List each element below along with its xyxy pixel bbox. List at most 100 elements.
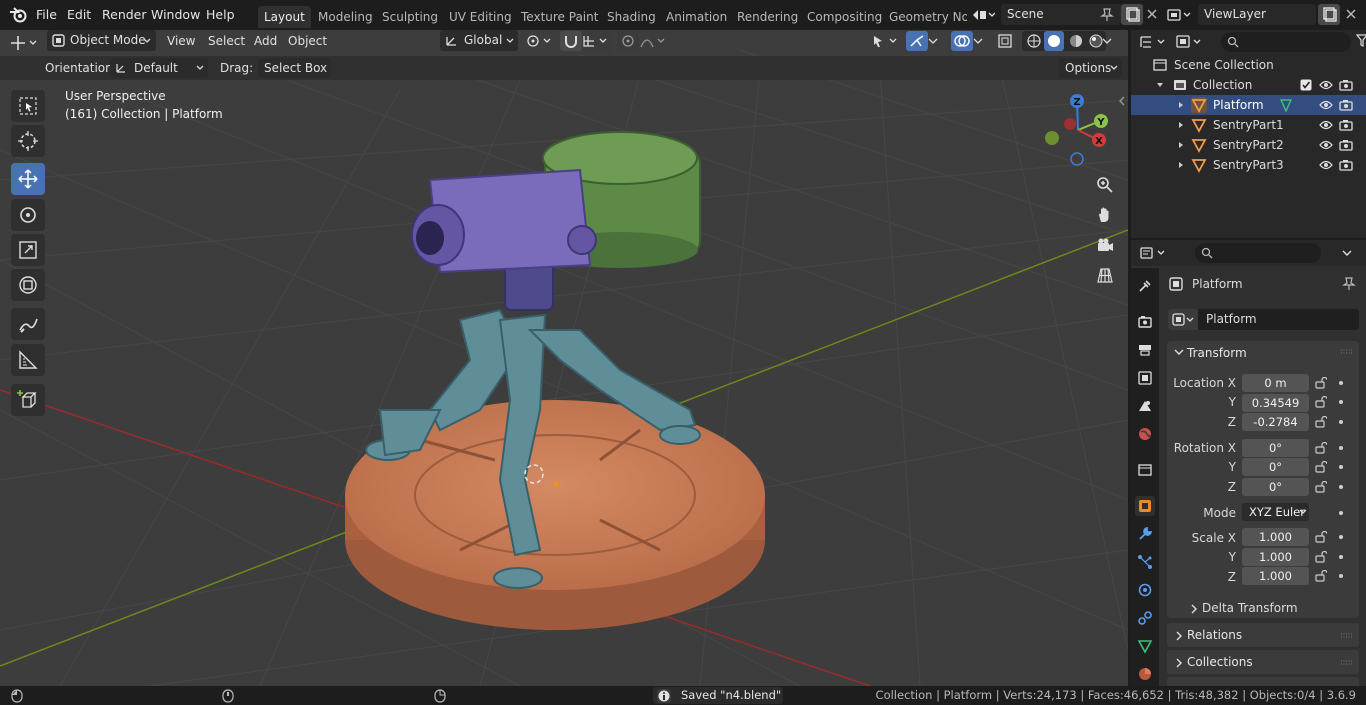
add-menu[interactable]: Add xyxy=(254,34,277,48)
expand-right-icon[interactable] xyxy=(1177,161,1185,169)
rotate-tool[interactable] xyxy=(11,199,45,231)
delta-transform-header[interactable]: Delta Transform xyxy=(1202,601,1298,615)
tab-collection[interactable] xyxy=(1135,460,1155,480)
expand-down-icon[interactable] xyxy=(1156,81,1164,89)
collections-panel-header[interactable]: Collections xyxy=(1167,650,1359,674)
outliner-editor-type[interactable] xyxy=(1139,32,1169,52)
cursor-tool[interactable] xyxy=(11,125,45,157)
tab-texture-paint[interactable]: Texture Paint xyxy=(515,6,604,28)
keyframe-dot-icon[interactable] xyxy=(1339,381,1343,385)
scene-type-button[interactable] xyxy=(971,5,1001,25)
measure-tool[interactable] xyxy=(11,344,45,376)
mode-dropdown[interactable]: Object Mode xyxy=(47,30,156,51)
eye-icon[interactable] xyxy=(1319,79,1333,91)
transform-orientation-dropdown[interactable]: Global xyxy=(440,30,518,51)
new-scene-button[interactable] xyxy=(1121,4,1143,25)
tab-modifiers[interactable] xyxy=(1135,524,1155,544)
move-tool[interactable] xyxy=(11,163,45,195)
tab-sculpting[interactable]: Sculpting xyxy=(376,6,444,28)
lock-icon[interactable] xyxy=(1315,377,1327,389)
tab-geometry-nodes[interactable]: Geometry Noc xyxy=(883,6,967,28)
location-x-field[interactable]: 0 m xyxy=(1242,374,1309,392)
tab-view-layer[interactable] xyxy=(1135,368,1155,388)
outliner-object-row[interactable]: SentryPart2 xyxy=(1131,135,1366,155)
lock-icon[interactable] xyxy=(1315,531,1327,543)
tab-animation[interactable]: Animation xyxy=(660,6,733,28)
navigation-gizmo[interactable]: Z Y X xyxy=(1038,90,1118,170)
pin-icon[interactable] xyxy=(1342,277,1356,291)
add-cube-tool[interactable] xyxy=(11,384,45,416)
transform-panel-title[interactable]: Transform xyxy=(1187,346,1247,360)
lock-icon[interactable] xyxy=(1315,461,1327,473)
keyframe-dot-icon[interactable] xyxy=(1339,400,1343,404)
view-layer-type-button[interactable] xyxy=(1166,5,1196,25)
solid-shading-button[interactable] xyxy=(1044,31,1064,51)
relations-panel-header[interactable]: Relations xyxy=(1167,623,1359,647)
new-view-layer-button[interactable] xyxy=(1318,4,1340,25)
keyframe-dot-icon[interactable] xyxy=(1339,446,1343,450)
outliner-object-row[interactable]: Platform xyxy=(1131,95,1366,115)
tab-world[interactable] xyxy=(1135,424,1155,444)
tab-layout[interactable]: Layout xyxy=(258,6,311,28)
3d-viewport[interactable]: Object Mode View Select Add Object Globa… xyxy=(0,30,1128,686)
keyframe-dot-icon[interactable] xyxy=(1339,465,1343,469)
menu-help[interactable]: Help xyxy=(206,7,235,22)
editor-type-button[interactable] xyxy=(10,33,42,53)
eye-icon[interactable] xyxy=(1319,159,1333,171)
checkbox-icon[interactable] xyxy=(1300,79,1312,91)
render-camera-icon[interactable] xyxy=(1339,159,1353,171)
keyframe-dot-icon[interactable] xyxy=(1339,420,1343,424)
filter-icon[interactable] xyxy=(1356,34,1366,48)
eye-icon[interactable] xyxy=(1319,119,1333,131)
keyframe-dot-icon[interactable] xyxy=(1339,555,1343,559)
sentry-camera[interactable] xyxy=(411,168,597,274)
drag-handle-icon[interactable] xyxy=(1340,659,1354,667)
annotate-tool[interactable] xyxy=(11,308,45,340)
xray-toggle[interactable] xyxy=(997,31,1019,51)
location-y-field[interactable]: 0.34549 xyxy=(1242,394,1309,412)
gizmo-dropdown[interactable] xyxy=(928,31,946,51)
render-camera-icon[interactable] xyxy=(1339,79,1353,91)
display-mode-dropdown[interactable] xyxy=(1175,32,1207,52)
expand-right-icon[interactable] xyxy=(1177,121,1185,129)
eye-icon[interactable] xyxy=(1319,139,1333,151)
close-icon[interactable] xyxy=(1146,8,1158,20)
properties-editor-type[interactable] xyxy=(1139,243,1169,263)
keyframe-dot-icon[interactable] xyxy=(1339,511,1343,515)
scale-x-field[interactable]: 1.000 xyxy=(1242,528,1309,546)
keyframe-dot-icon[interactable] xyxy=(1339,574,1343,578)
tab-shading[interactable]: Shading xyxy=(601,6,662,28)
drag-dropdown[interactable]: Select Box xyxy=(258,58,331,78)
close-icon[interactable] xyxy=(1345,8,1357,20)
tab-material[interactable] xyxy=(1135,664,1155,684)
menu-file[interactable]: File xyxy=(36,7,57,22)
tab-uv-editing[interactable]: UV Editing xyxy=(443,6,518,28)
tab-tool[interactable] xyxy=(1135,276,1155,296)
blender-logo-icon[interactable] xyxy=(9,7,27,23)
shading-dropdown[interactable] xyxy=(1102,31,1120,51)
menu-edit[interactable]: Edit xyxy=(67,7,91,22)
overlays-toggle[interactable] xyxy=(951,31,973,51)
object-menu[interactable]: Object xyxy=(288,34,327,48)
render-camera-icon[interactable] xyxy=(1339,139,1353,151)
outliner-collection[interactable]: Collection xyxy=(1131,75,1366,95)
scale-tool[interactable] xyxy=(11,234,45,266)
pin-icon[interactable] xyxy=(1100,8,1114,22)
properties-search-input[interactable] xyxy=(1195,243,1321,263)
camera-view-button[interactable] xyxy=(1093,233,1117,257)
lock-icon[interactable] xyxy=(1315,416,1327,428)
menu-render[interactable]: Render xyxy=(102,7,147,22)
pan-button[interactable] xyxy=(1093,203,1117,227)
pivot-point-button[interactable] xyxy=(525,32,555,50)
tab-physics[interactable] xyxy=(1135,580,1155,600)
scale-z-field[interactable]: 1.000 xyxy=(1242,567,1309,585)
next-panel-header[interactable] xyxy=(1167,677,1359,686)
lock-icon[interactable] xyxy=(1315,396,1327,408)
gizmo-toggle[interactable] xyxy=(906,31,928,51)
lock-icon[interactable] xyxy=(1315,442,1327,454)
tab-rendering[interactable]: Rendering xyxy=(731,6,804,28)
object-browse-button[interactable] xyxy=(1168,309,1198,330)
chevron-right-icon[interactable] xyxy=(1190,604,1198,614)
menu-window[interactable]: Window xyxy=(151,7,200,22)
rotation-mode-dropdown[interactable]: XYZ Euler xyxy=(1242,503,1309,521)
